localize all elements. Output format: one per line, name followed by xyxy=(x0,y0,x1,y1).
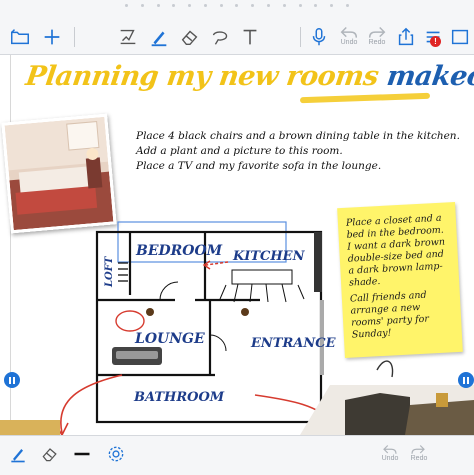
redo-label: Redo xyxy=(368,39,386,46)
notification-badge[interactable]: ! xyxy=(430,36,441,47)
eraser-icon[interactable] xyxy=(38,442,62,466)
room-label-entrance: ENTRANCE xyxy=(250,336,337,351)
undo-label: Undo xyxy=(340,39,358,46)
room-label-bedroom: BEDROOM xyxy=(135,243,223,259)
shape-icon[interactable] xyxy=(206,24,234,50)
microphone-icon[interactable] xyxy=(305,24,333,50)
page-scroller-dots xyxy=(125,4,349,7)
gold-photo-corner xyxy=(0,420,60,435)
text-icon[interactable] xyxy=(236,24,264,50)
redo-label: Redo xyxy=(410,455,428,462)
note-canvas[interactable]: Planning my new rooms makeover! Place 4 … xyxy=(0,55,474,435)
room-label-loft: LOFT xyxy=(104,255,115,288)
eraser-icon[interactable] xyxy=(176,24,204,50)
folder-icon[interactable] xyxy=(6,24,34,50)
room-label-kitchen: KITCHEN xyxy=(232,249,306,264)
sticky-paragraph: Call friends and arrange a new rooms' pa… xyxy=(349,289,430,341)
pen-icon[interactable] xyxy=(6,442,30,466)
close-canvas-icon[interactable] xyxy=(446,24,474,50)
sticky-note[interactable]: Place a closet and a bed in the bedroom.… xyxy=(337,202,463,358)
undo-label: Undo xyxy=(381,455,399,462)
settings-icon[interactable] xyxy=(104,442,128,466)
room-label-bathroom: BATHROOM xyxy=(133,390,225,405)
room-label-lounge: LOUNGE xyxy=(134,331,205,347)
right-page-handle[interactable] xyxy=(458,372,474,388)
line-width-icon[interactable] xyxy=(70,442,94,466)
left-page-handle[interactable] xyxy=(4,372,20,388)
lounge-photo-sketch xyxy=(300,360,474,435)
lasso-icon[interactable] xyxy=(114,24,142,50)
wall-detail xyxy=(314,232,322,292)
sofa-sketch xyxy=(112,347,162,365)
plus-icon[interactable] xyxy=(38,24,66,50)
share-icon[interactable] xyxy=(392,24,420,50)
kitchen-furniture xyxy=(219,269,305,303)
top-toolbar: Undo Redo ! xyxy=(0,0,474,55)
sticky-paragraph: Place a closet and a bed in the bedroom.… xyxy=(345,212,446,289)
bottom-toolbar: Undo Redo xyxy=(0,435,474,475)
pen-icon[interactable] xyxy=(145,24,173,50)
